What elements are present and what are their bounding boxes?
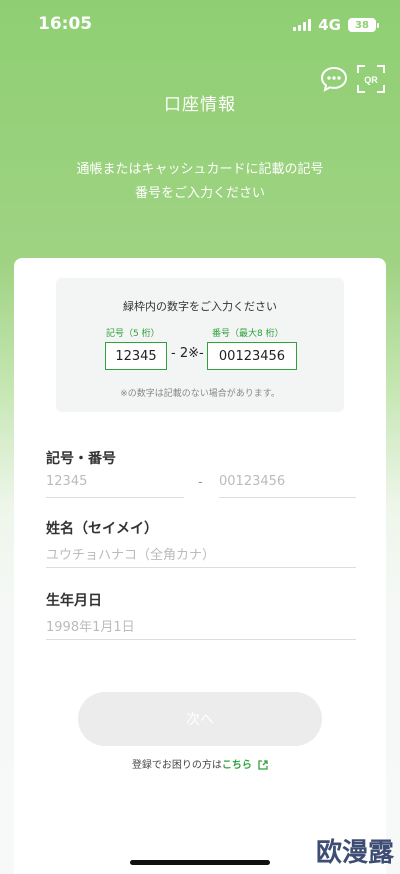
battery-icon: 38 [348,18,379,32]
sample-middle-digit: - 2※- [171,346,204,361]
instruction-box: 緑枠内の数字をご入力ください 記号（5 桁） 番号（最大8 桁） 12345 -… [56,278,344,412]
name-label: 姓名（セイメイ） [46,521,158,537]
watermark: 欧漫露 [315,838,394,868]
status-time: 16:05 [38,14,93,34]
sample-bango-box: 00123456 [207,342,297,370]
instruction-note: ※の数字は記載のない場合があります。 [120,389,280,399]
name-input[interactable]: ユウチョハナコ（全角カナ） [46,542,356,568]
subtitle-line-1: 通帳またはキャッシュカードに記載の記号 [76,162,324,177]
account-info-card: 緑枠内の数字をご入力ください 記号（5 桁） 番号（最大8 桁） 12345 -… [14,258,386,874]
signal-icon [293,19,312,31]
subtitle: 通帳またはキャッシュカードに記載の記号 番号をご入力ください [50,158,350,206]
page-title: 口座情報 [164,95,236,115]
status-bar: 16:05 4G 38 [0,0,400,50]
bango-input[interactable]: 00123456 [219,472,356,498]
home-indicator[interactable] [130,860,270,865]
number-label: 記号・番号 [46,451,116,467]
kigo-input[interactable]: 12345 [46,472,184,498]
birthdate-input[interactable]: 1998年1月1日 [46,614,356,640]
external-link-icon[interactable] [258,760,268,770]
help-text: 登録でお困りの方は [131,760,222,771]
instruction-title: 緑枠内の数字をご入力ください [123,300,277,313]
network-label: 4G [318,16,341,34]
help-line: 登録でお困りの方はこちら [14,756,386,771]
sample-kigo-box: 12345 [105,342,167,370]
status-icons: 4G 38 [293,16,379,34]
birthdate-label: 生年月日 [46,593,102,609]
sample-kigo-label: 記号（5 桁） [106,329,160,339]
qr-label: QR [364,75,378,85]
next-button[interactable]: 次へ [78,692,322,746]
number-separator: - [198,475,203,490]
help-link[interactable]: こちら [222,760,252,771]
subtitle-line-2: 番号をご入力ください [134,186,265,201]
sample-bango-label: 番号（最大8 桁） [212,329,284,339]
battery-level: 38 [355,19,369,31]
